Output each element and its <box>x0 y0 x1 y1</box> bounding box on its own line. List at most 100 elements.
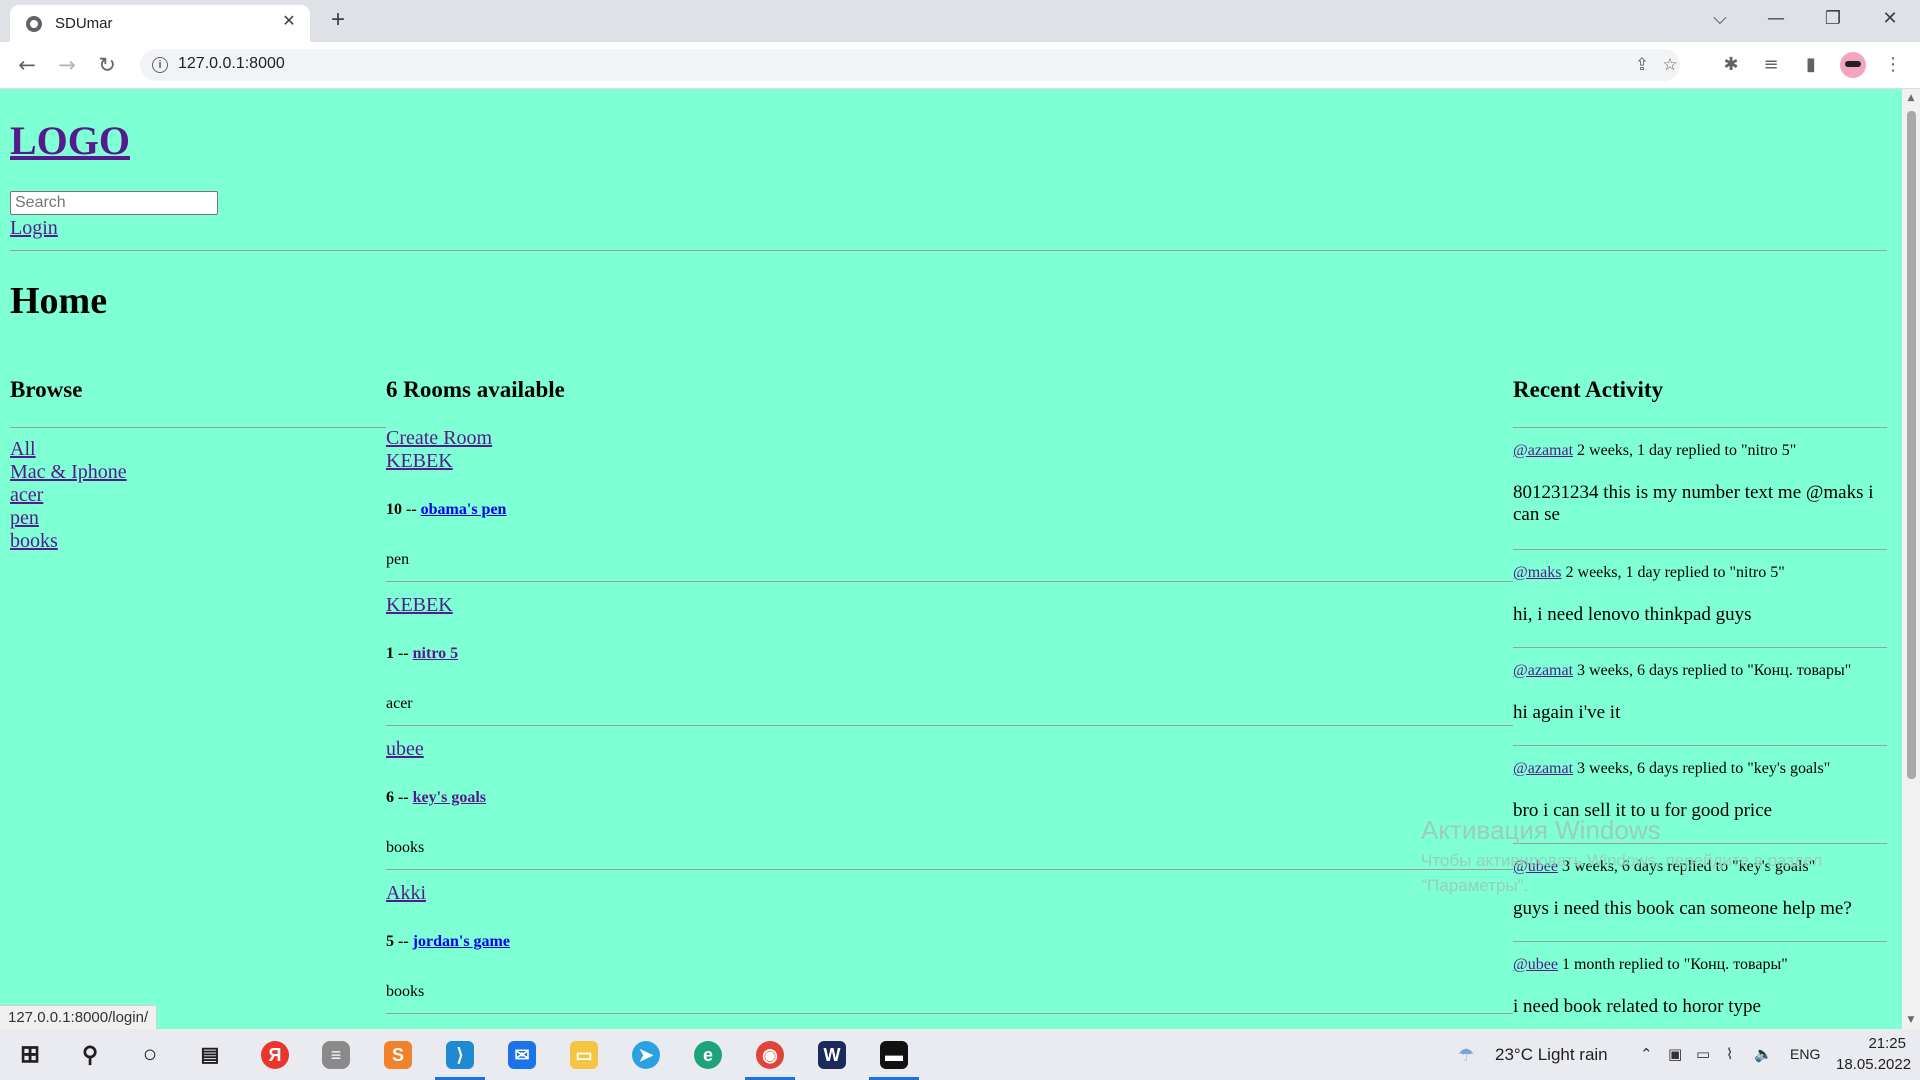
reload-icon[interactable]: ↻ <box>92 50 122 80</box>
room-title-link[interactable]: jordan's game <box>413 933 510 950</box>
address-bar[interactable]: i 127.0.0.1:8000 ⇪ ☆ <box>140 49 1680 81</box>
topic-link-books[interactable]: books <box>10 530 58 553</box>
share-icon[interactable]: ⇪ <box>1630 53 1654 77</box>
topic-link-pen[interactable]: pen <box>10 507 39 530</box>
wifi-icon[interactable]: ⌇ <box>1726 1045 1733 1063</box>
cortana-button[interactable]: ○ <box>130 1035 170 1075</box>
activity-divider <box>1513 427 1887 428</box>
room-topic: books <box>386 983 425 1000</box>
activity-message: hi again i've it <box>1513 702 1621 723</box>
activity-user-link[interactable]: @ubee <box>1513 956 1558 973</box>
explorer-app[interactable]: ▭ <box>564 1035 604 1075</box>
sublime-icon: S <box>384 1041 412 1069</box>
start-button[interactable]: ⊞ <box>10 1035 50 1075</box>
sublime-app[interactable]: S <box>378 1035 418 1075</box>
webstorm-icon: W <box>818 1041 846 1069</box>
room-host-link[interactable]: KEBEK <box>386 450 453 473</box>
room-host-link[interactable]: Akki <box>386 882 426 905</box>
logo-link[interactable]: LOGO <box>10 117 130 164</box>
search-input[interactable]: Search <box>10 191 218 215</box>
room-host-link[interactable]: KEBEK <box>386 594 453 617</box>
room-separator: -- <box>398 933 409 950</box>
close-window-button[interactable]: ✕ <box>1870 4 1910 34</box>
mail-app[interactable]: ✉ <box>502 1035 542 1075</box>
telegram-icon: ➤ <box>632 1041 660 1069</box>
room-title-link[interactable]: obama's pen <box>421 501 507 518</box>
activity-user-link[interactable]: @azamat <box>1513 760 1573 777</box>
browser-tab[interactable]: SDUmar ✕ <box>10 5 310 42</box>
side-panel-icon[interactable]: ▮ <box>1798 52 1824 78</box>
search-icon: ⚲ <box>81 1042 99 1067</box>
language-indicator[interactable]: ENG <box>1790 1046 1820 1062</box>
device-icon[interactable]: ▣ <box>1668 1045 1682 1063</box>
battery-icon[interactable]: ▭ <box>1696 1045 1710 1063</box>
browse-heading: Browse <box>10 377 83 402</box>
clock-date[interactable]: 18.05.2022 <box>1836 1056 1911 1073</box>
new-tab-button[interactable]: + <box>324 6 352 34</box>
activation-watermark-title: Активация Windows <box>1421 815 1661 845</box>
topic-link-acer[interactable]: acer <box>10 484 43 507</box>
yandex-icon: Я <box>261 1041 289 1069</box>
room-topic: acer <box>386 695 413 712</box>
page-title: Home <box>10 280 108 322</box>
chrome-app[interactable]: ◉ <box>745 1035 795 1080</box>
site-info-icon[interactable]: i <box>152 57 168 73</box>
room-topic: pen <box>386 551 410 568</box>
create-room-link[interactable]: Create Room <box>386 427 492 450</box>
media-queue-icon[interactable]: ≡ <box>1758 52 1784 78</box>
close-tab-icon[interactable]: ✕ <box>278 11 300 33</box>
mail-icon: ✉ <box>508 1041 536 1069</box>
room-title-link[interactable]: nitro 5 <box>413 645 458 662</box>
tab-search-icon[interactable]: ⌵ <box>1700 4 1740 34</box>
login-link[interactable]: Login <box>10 217 58 240</box>
minimize-button[interactable]: — <box>1756 4 1796 34</box>
windows-taskbar: ⊞ ⚲ ○ ▤ Я ≡ S ⟩ ✉ ▭ ➤ e ◉ W ▬ ☂ 23°C Lig… <box>0 1029 1920 1080</box>
topic-link-mac-iphone[interactable]: Mac & Iphone <box>10 461 127 484</box>
weather-icon[interactable]: ☂ <box>1458 1045 1474 1066</box>
terminal-app[interactable]: ▬ <box>869 1035 919 1080</box>
telegram-app[interactable]: ➤ <box>626 1035 666 1075</box>
room-host-link[interactable]: ubee <box>386 738 424 761</box>
webstorm-app[interactable]: W <box>812 1035 852 1075</box>
avatar[interactable] <box>1840 52 1866 78</box>
puzzle-icon[interactable]: ✱ <box>1718 52 1744 78</box>
url-text[interactable]: 127.0.0.1:8000 <box>178 55 285 73</box>
scroll-up-icon[interactable]: ▲ <box>1906 93 1916 103</box>
activity-divider <box>1513 745 1887 746</box>
activity-meta-text: 2 weeks, 1 day replied to "nitro 5" <box>1577 442 1797 459</box>
activity-meta-text: 3 weeks, 6 days replied to "key's goals" <box>1577 760 1831 777</box>
terminal-icon: ▬ <box>880 1041 908 1069</box>
chrome-icon: ◉ <box>756 1041 784 1069</box>
forward-icon[interactable]: → <box>52 50 82 80</box>
edge-app[interactable]: e <box>688 1035 728 1075</box>
restore-button[interactable]: ❐ <box>1813 4 1853 34</box>
back-icon[interactable]: ← <box>12 50 42 80</box>
room-title-line: 5 -- jordan's game <box>386 933 510 951</box>
browser-tab-strip: SDUmar ✕ + ⌵ — ❐ ✕ <box>0 0 1920 42</box>
star-icon[interactable]: ☆ <box>1658 53 1682 77</box>
page-scrollbar[interactable]: ▲ ▼ <box>1902 89 1920 1029</box>
tab-title: SDUmar <box>55 15 113 32</box>
activity-user-link[interactable]: @azamat <box>1513 442 1573 459</box>
scroll-down-icon[interactable]: ▼ <box>1906 1015 1916 1025</box>
kebab-menu-icon[interactable]: ⋮ <box>1880 52 1906 78</box>
link-status-bar: 127.0.0.1:8000/login/ <box>0 1005 158 1030</box>
activity-user-link[interactable]: @azamat <box>1513 662 1573 679</box>
activity-divider <box>1513 549 1887 550</box>
activity-heading: Recent Activity <box>1513 377 1664 402</box>
scrollbar-thumb[interactable] <box>1907 111 1916 779</box>
task-view-button[interactable]: ▤ <box>190 1035 230 1075</box>
weather-text[interactable]: 23°C Light rain <box>1495 1045 1608 1065</box>
activity-user-link[interactable]: @maks <box>1513 564 1562 581</box>
yandex-app[interactable]: Я <box>255 1035 295 1075</box>
chevron-up-icon[interactable]: ⌃ <box>1640 1045 1653 1063</box>
volume-icon[interactable]: 🔈 <box>1754 1045 1773 1063</box>
database-app[interactable]: ≡ <box>316 1035 356 1075</box>
room-title-link[interactable]: key's goals <box>413 789 486 806</box>
vscode-app[interactable]: ⟩ <box>435 1035 485 1080</box>
topic-link-all[interactable]: All <box>10 438 36 461</box>
search-button[interactable]: ⚲ <box>70 1035 110 1075</box>
activity-meta: @azamat 3 weeks, 6 days replied to "Конц… <box>1513 662 1851 680</box>
clock-time[interactable]: 21:25 <box>1836 1035 1906 1052</box>
room-separator: -- <box>406 501 417 518</box>
